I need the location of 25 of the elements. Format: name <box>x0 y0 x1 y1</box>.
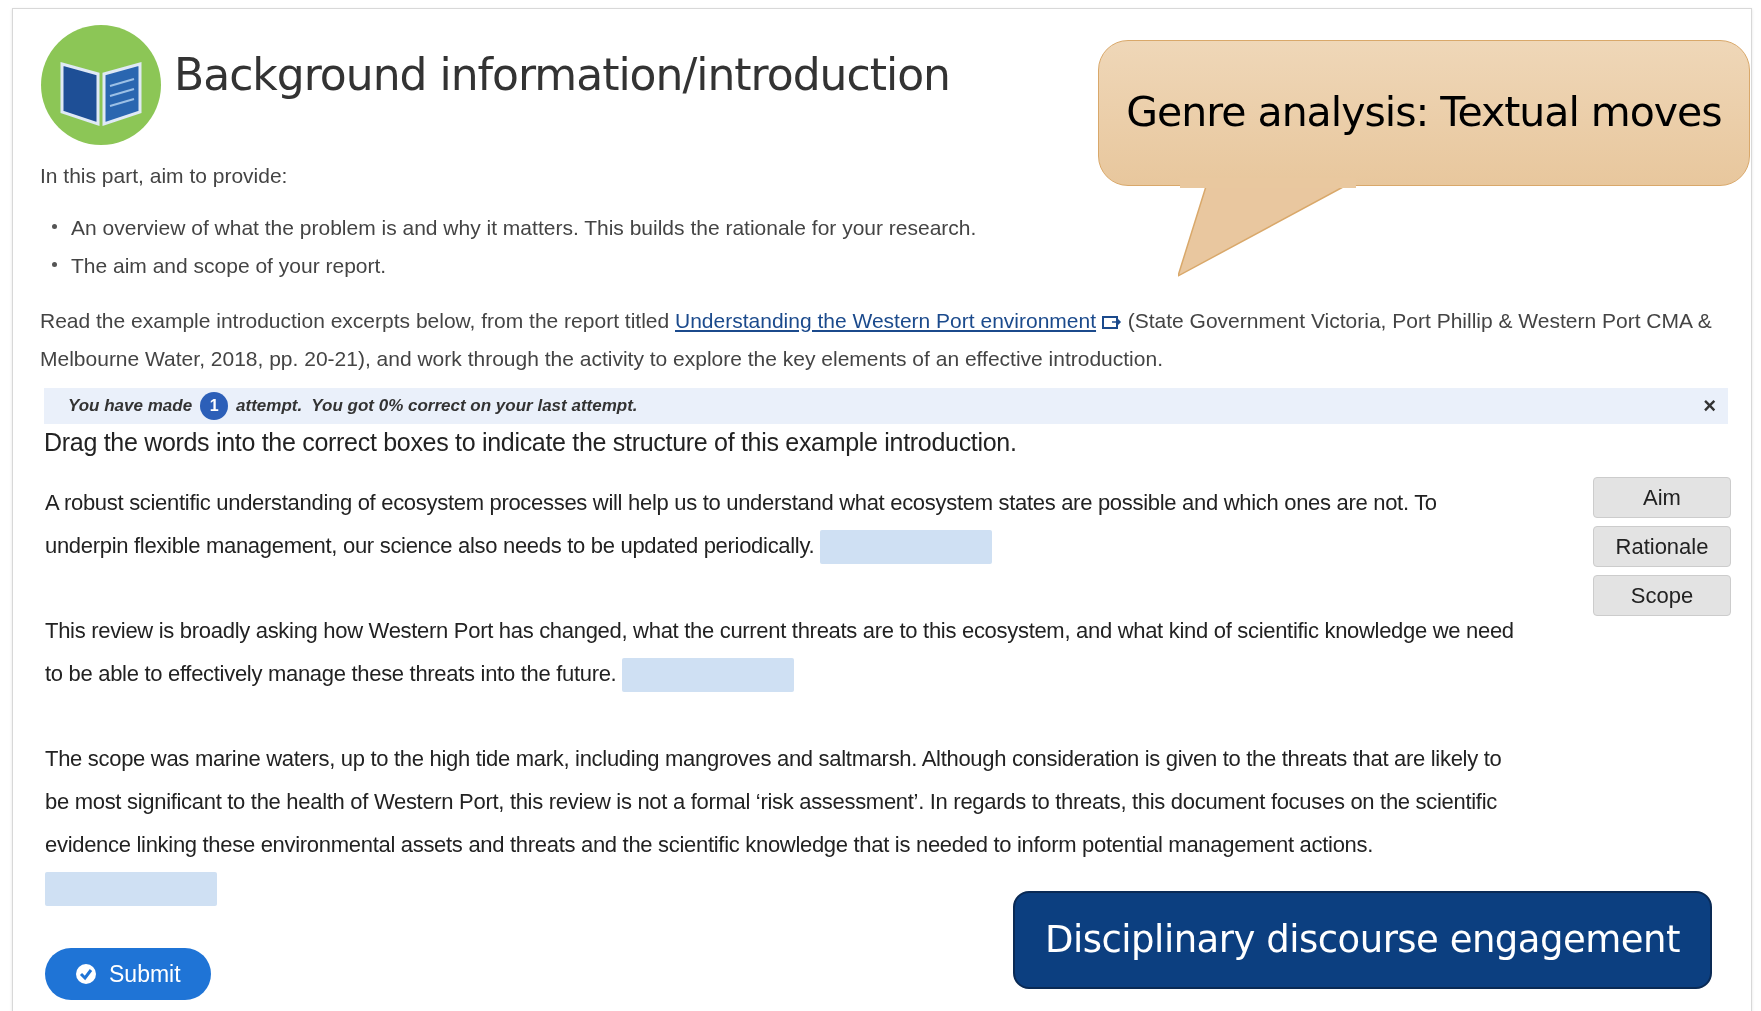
check-circle-icon <box>75 963 97 985</box>
callout-box: Disciplinary discourse engagement <box>1013 891 1712 989</box>
draggable-word[interactable]: Rationale <box>1593 526 1731 567</box>
page-title: Background information/introduction <box>174 48 950 102</box>
feedback-text: attempt. You got 0% correct on your last attempt. <box>236 394 638 417</box>
submit-button[interactable]: Submit <box>45 948 211 1000</box>
close-button[interactable]: × <box>1703 389 1716 422</box>
speech-bubble: Genre analysis: Textual moves <box>1098 40 1750 186</box>
draggable-word[interactable]: Aim <box>1593 477 1731 518</box>
bullet-text: The aim and scope of your report. <box>71 252 387 279</box>
draggable-word[interactable]: Scope <box>1593 575 1731 616</box>
excerpt-paragraph: This review is broadly asking how Western Port has changed, what the current threats are to this ecosystem, and what kind of scientific knowledge we need to be able to effectively manage these threats into the future. <box>45 609 1553 695</box>
feedback-text: You have made <box>68 394 193 417</box>
reading-paragraph: Read the example introduction excerpts below, from the report titled Understanding the Western Port environment (State Government Victoria, Port Phillip & Western Port CMA & Melbourne Water, 2018, pp. 20-21), and work through the activity to explore the key elements of an effective introduction. <box>40 307 1713 372</box>
external-link-icon <box>1101 313 1122 330</box>
attempt-count-badge: 1 <box>200 391 229 420</box>
bullet-text: An overview of what the problem is and why it matters. This builds the rationale for your research. <box>71 214 977 241</box>
intro-text: In this part, aim to provide: <box>40 163 289 189</box>
drop-zone[interactable] <box>622 658 795 693</box>
report-link[interactable]: Understanding the Western Port environment <box>675 308 1097 332</box>
excerpt-paragraph: A robust scientific understanding of ecosystem processes will help us to understand what ecosystem states are possible and which ones are not. To underpin flexible management, our science also needs to be updated periodically. <box>45 481 1553 567</box>
drop-zone[interactable] <box>820 530 993 565</box>
book-icon <box>40 24 162 146</box>
instruction-text: Drag the words into the correct boxes to indicate the structure of this example introduction. <box>44 426 1018 458</box>
drop-zone[interactable] <box>45 872 217 907</box>
